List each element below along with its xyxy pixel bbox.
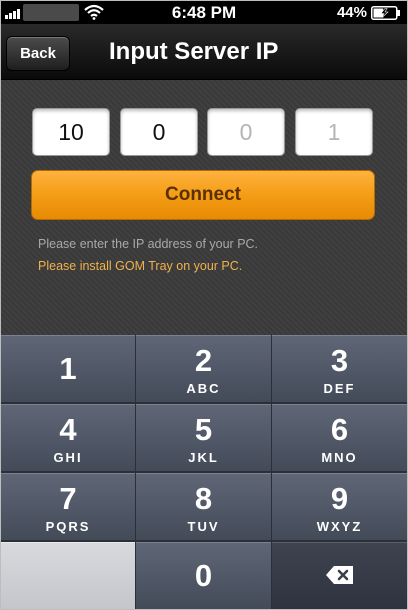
battery-icon (371, 6, 400, 20)
key-4[interactable]: 4 GHI (1, 404, 135, 471)
back-button[interactable]: Back (6, 36, 70, 71)
key-letters-label: GHI (53, 450, 83, 465)
key-1[interactable]: 1 (1, 335, 135, 402)
key-8[interactable]: 8 TUV (136, 473, 271, 540)
key-letters-label: JKL (188, 450, 219, 465)
key-digit-label: 9 (330, 481, 349, 516)
delete-key[interactable] (272, 542, 407, 609)
key-digit-label: 6 (330, 412, 349, 447)
key-digit-label: 7 (59, 481, 77, 516)
status-bar: 6:48 PM 44% (1, 1, 407, 24)
key-6[interactable]: 6 MNO (272, 404, 407, 471)
battery-percent: 44% (336, 4, 367, 21)
key-digit-label: 8 (194, 481, 213, 516)
key-digit-label: 1 (59, 351, 77, 386)
key-5[interactable]: 5 JKL (136, 404, 271, 471)
key-digit-label: 0 (194, 558, 213, 593)
blank-key (1, 542, 135, 609)
key-letters-label: ABC (186, 381, 221, 396)
key-digit-label: 5 (194, 412, 213, 447)
key-9[interactable]: 9 WXYZ (272, 473, 407, 540)
key-digit-label: 3 (330, 343, 349, 378)
key-3[interactable]: 3 DEF (272, 335, 407, 402)
hint-install-gom-tray: Please install GOM Tray on your PC. (38, 259, 243, 273)
page-title: Input Server IP (109, 38, 279, 65)
screen: 6:48 PM 44% Back Input Server IP 10 0 0 1 C… (0, 0, 408, 610)
hint-enter-ip: Please enter the IP address of your PC. (38, 237, 259, 251)
ip-octet-field-1[interactable]: 10 (32, 108, 110, 156)
key-letters-label: TUV (187, 519, 220, 534)
ip-octet-field-2[interactable]: 0 (120, 108, 198, 156)
content-area: 10 0 0 1 Connect Please enter the IP addres… (1, 80, 407, 335)
key-letters-label: WXYZ (316, 519, 363, 534)
key-2[interactable]: 2 ABC (136, 335, 271, 402)
key-letters-label: MNO (321, 450, 358, 465)
navigation-bar: Back Input Server IP (1, 24, 407, 80)
delete-icon (326, 566, 353, 584)
key-0[interactable]: 0 (136, 542, 271, 609)
key-digit-label: 2 (194, 343, 213, 378)
key-digit-label: 4 (59, 412, 77, 447)
connect-button[interactable]: Connect (31, 170, 375, 220)
numeric-keypad: 1 2 ABC 3 DEF 4 GHI 5 JKL 6 MNO 7 PQRS 8 TUV 9 WXYZ 0 (1, 335, 407, 609)
ip-octet-field-3[interactable]: 0 (207, 108, 285, 156)
ip-octet-field-4[interactable]: 1 (295, 108, 373, 156)
key-letters-label: PQRS (45, 519, 91, 534)
key-letters-label: DEF (323, 381, 356, 396)
key-7[interactable]: 7 PQRS (1, 473, 135, 540)
